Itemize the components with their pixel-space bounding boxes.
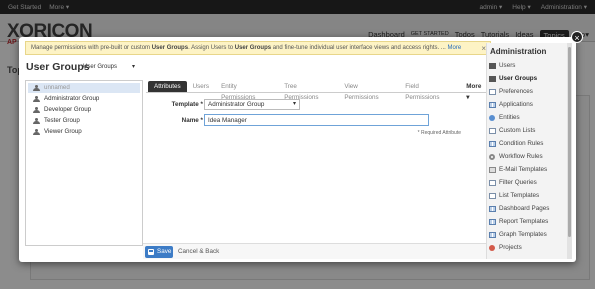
admin-item-label: Condition Rules bbox=[499, 140, 544, 147]
admin-item-label: Custom Lists bbox=[499, 127, 536, 134]
tab-field-permissions[interactable]: Field Permissions bbox=[399, 81, 460, 101]
admin-item-label: E-Mail Templates bbox=[499, 166, 548, 173]
admin-item-label: Projects bbox=[499, 244, 522, 251]
graph-templates-icon bbox=[489, 232, 496, 238]
admin-item-label: User Groups bbox=[499, 75, 538, 82]
admin-item-preferences[interactable]: Preferences bbox=[487, 86, 565, 98]
notice-bold-1: User Groups bbox=[151, 45, 189, 51]
group-item-administrator[interactable]: Administrator Group bbox=[28, 94, 140, 104]
condition-rules-icon bbox=[489, 141, 496, 147]
admin-item-list-templates[interactable]: List Templates bbox=[487, 190, 565, 202]
admin-item-email-templates[interactable]: E-Mail Templates bbox=[487, 164, 565, 176]
admin-item-label: Users bbox=[499, 62, 516, 69]
list-templates-icon bbox=[489, 193, 496, 199]
group-type-value: User Groups bbox=[83, 64, 118, 70]
admin-item-graph-templates[interactable]: Graph Templates bbox=[487, 229, 565, 241]
group-item-tester[interactable]: Tester Group bbox=[28, 116, 140, 126]
admin-item-entities[interactable]: Entities bbox=[487, 112, 565, 124]
chevron-down-icon: ▾ bbox=[292, 101, 296, 107]
filter-queries-icon bbox=[489, 180, 496, 186]
admin-item-user-groups[interactable]: User Groups bbox=[487, 73, 565, 85]
modal-footer: Save Cancel & Back bbox=[143, 243, 492, 259]
group-item-viewer[interactable]: Viewer Group bbox=[28, 127, 140, 137]
scrollbar-thumb[interactable] bbox=[568, 47, 571, 237]
info-notice: Manage permissions with pre-built or cus… bbox=[25, 41, 491, 55]
admin-item-label: Workflow Rules bbox=[499, 153, 543, 160]
applications-icon bbox=[489, 102, 496, 108]
admin-item-label: Applications bbox=[499, 101, 533, 108]
group-item-developer[interactable]: Developer Group bbox=[28, 105, 140, 115]
preferences-icon bbox=[489, 89, 496, 95]
tab-attributes[interactable]: Attributes bbox=[148, 80, 187, 92]
save-icon bbox=[148, 249, 154, 255]
tab-tree-permissions[interactable]: Tree Permissions bbox=[278, 81, 338, 101]
user-group-icon bbox=[33, 118, 40, 124]
users-icon bbox=[489, 63, 496, 69]
admin-item-custom-lists[interactable]: Custom Lists bbox=[487, 125, 565, 137]
save-label: Save bbox=[157, 248, 172, 255]
administration-title: Administration bbox=[490, 47, 547, 56]
admin-item-label: Report Templates bbox=[499, 218, 549, 225]
group-item-label: Viewer Group bbox=[44, 128, 82, 135]
admin-item-applications[interactable]: Applications bbox=[487, 99, 565, 111]
report-templates-icon bbox=[489, 219, 496, 225]
name-input[interactable] bbox=[204, 114, 429, 126]
admin-item-label: List Templates bbox=[499, 192, 540, 199]
chevron-down-icon: ▾ bbox=[131, 64, 135, 70]
group-type-select[interactable]: User Groups ▾ bbox=[81, 61, 138, 73]
modal-close-button[interactable]: × bbox=[571, 31, 583, 43]
notice-more-link[interactable]: More bbox=[448, 45, 462, 51]
projects-icon bbox=[489, 245, 495, 251]
group-item-unnamed[interactable]: unnamed bbox=[28, 83, 140, 93]
group-item-label: Tester Group bbox=[44, 117, 80, 124]
group-item-label: Administrator Group bbox=[44, 95, 100, 102]
admin-item-label: Graph Templates bbox=[499, 231, 547, 238]
admin-item-workflow-rules[interactable]: Workflow Rules bbox=[487, 151, 565, 163]
cancel-back-link[interactable]: Cancel & Back bbox=[178, 246, 219, 258]
admin-item-filter-queries[interactable]: Filter Queries bbox=[487, 177, 565, 189]
group-item-label: unnamed bbox=[44, 84, 70, 91]
notice-text-3: and fine-tune individual user interface … bbox=[271, 45, 446, 51]
group-item-label: Developer Group bbox=[44, 106, 92, 113]
user-group-icon bbox=[33, 85, 40, 91]
admin-item-projects[interactable]: Projects bbox=[487, 242, 565, 254]
template-label: Template * bbox=[171, 101, 203, 108]
template-select[interactable]: Administrator Group ▾ bbox=[204, 99, 300, 110]
admin-item-users[interactable]: Users bbox=[487, 60, 565, 72]
tab-view-permissions[interactable]: View Permissions bbox=[338, 81, 399, 101]
group-list: unnamed Administrator Group Developer Gr… bbox=[25, 80, 143, 246]
template-value: Administrator Group bbox=[208, 101, 265, 108]
admin-item-label: Filter Queries bbox=[499, 179, 537, 186]
tab-entity-permissions[interactable]: Entity Permissions bbox=[215, 81, 278, 101]
notice-text-1: Manage permissions with pre-built or cus… bbox=[31, 45, 152, 51]
name-label: Name * bbox=[181, 117, 203, 124]
workflow-rules-icon bbox=[489, 154, 495, 160]
admin-item-label: Dashboard Pages bbox=[499, 205, 550, 212]
user-group-icon bbox=[33, 107, 40, 113]
tab-users[interactable]: Users bbox=[187, 81, 215, 92]
save-button[interactable]: Save bbox=[145, 246, 173, 258]
user-groups-icon bbox=[489, 76, 496, 82]
user-group-icon bbox=[33, 96, 40, 102]
user-group-icon bbox=[33, 129, 40, 135]
admin-menu-scrollbar[interactable] bbox=[567, 43, 572, 259]
notice-text-2: . Assign Users to bbox=[188, 45, 235, 51]
user-groups-modal: Manage permissions with pre-built or cus… bbox=[19, 37, 576, 262]
detail-tabs: Attributes Users Entity Permissions Tree… bbox=[146, 80, 492, 101]
custom-lists-icon bbox=[489, 128, 496, 134]
notice-bold-2: User Groups bbox=[234, 45, 272, 51]
admin-item-label: Entities bbox=[499, 114, 520, 121]
email-templates-icon bbox=[489, 167, 496, 173]
admin-item-label: Preferences bbox=[499, 88, 533, 95]
admin-item-dashboard-pages[interactable]: Dashboard Pages bbox=[487, 203, 565, 215]
admin-item-condition-rules[interactable]: Condition Rules bbox=[487, 138, 565, 150]
entities-icon bbox=[489, 115, 495, 121]
admin-item-report-templates[interactable]: Report Templates bbox=[487, 216, 565, 228]
dashboard-pages-icon bbox=[489, 206, 496, 212]
required-note: * Required Attribute bbox=[417, 130, 461, 136]
administration-menu-panel: Administration Users User Groups Prefere… bbox=[486, 43, 570, 259]
